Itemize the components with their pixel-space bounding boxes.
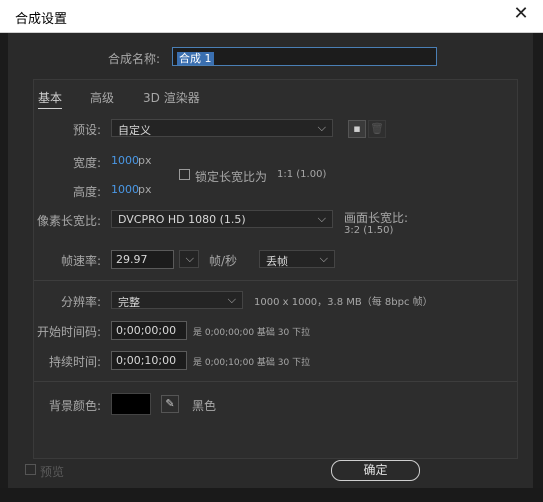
preset-dropdown[interactable]: 自定义 ⌵ <box>111 119 333 137</box>
preview-label: 预览 <box>40 465 65 479</box>
settings-panel: 基本 高级 3D 渲染器 预设: 自定义 ⌵ ▪ 🗑 宽度: 1000 px 锁… <box>33 79 518 459</box>
pixel-aspect-dropdown[interactable]: DVCPRO HD 1080 (1.5) ⌵ <box>111 210 333 228</box>
tab-3d-renderer[interactable]: 3D 渲染器 <box>143 89 200 106</box>
width-label: 宽度: <box>72 156 101 170</box>
pixel-aspect-value: DVCPRO HD 1080 (1.5) <box>118 213 246 226</box>
width-value[interactable]: 1000 <box>111 154 139 167</box>
chevron-down-icon: ⌵ <box>317 212 326 225</box>
composition-settings-dialog: 合成名称: 合成 1 基本 高级 3D 渲染器 预设: 自定义 ⌵ ▪ 🗑 宽度… <box>8 33 533 488</box>
duration-info: 是 0;00;10;00 基础 30 下拉 <box>193 358 311 368</box>
lock-aspect-ratio: 1:1 (1.00) <box>277 169 327 180</box>
drop-frame-value: 丢帧 <box>266 255 288 268</box>
height-label: 高度: <box>72 185 101 199</box>
ok-button[interactable]: 确定 <box>331 460 420 481</box>
resolution-label: 分辨率: <box>60 295 101 309</box>
trash-icon: 🗑 <box>370 122 384 135</box>
start-timecode-info: 是 0;00;00;00 基础 30 下拉 <box>193 328 311 338</box>
separator <box>34 280 517 281</box>
chevron-down-icon: ⌵ <box>227 293 236 306</box>
close-icon[interactable]: ✕ <box>513 5 529 23</box>
comp-name-value: 合成 1 <box>177 52 214 65</box>
width-unit: px <box>138 154 152 167</box>
chevron-down-icon: ⌵ <box>185 252 194 265</box>
drop-frame-dropdown[interactable]: 丢帧 ⌵ <box>259 250 335 268</box>
preset-value: 自定义 <box>118 124 151 137</box>
frame-aspect-value: 3:2 (1.50) <box>344 225 394 236</box>
frame-rate-preset-dropdown[interactable]: ⌵ <box>179 250 199 268</box>
tab-basic[interactable]: 基本 <box>38 89 63 109</box>
bg-color-label: 背景颜色: <box>48 399 101 413</box>
delete-preset-button[interactable]: 🗑 <box>368 120 386 138</box>
frame-aspect-label: 画面长宽比: <box>344 211 409 225</box>
duration-input[interactable]: 0;00;10;00 <box>111 351 187 370</box>
resolution-dropdown[interactable]: 完整 ⌵ <box>111 291 243 309</box>
window-edge-bottom <box>0 488 543 502</box>
frame-rate-label: 帧速率: <box>60 254 101 268</box>
frame-rate-unit: 帧/秒 <box>209 254 238 268</box>
eyedropper-button[interactable]: ✎ <box>161 395 179 413</box>
window-edge-right <box>533 33 543 502</box>
start-timecode-label: 开始时间码: <box>36 325 101 339</box>
resolution-value: 完整 <box>118 296 140 309</box>
eyedropper-icon: ✎ <box>165 397 175 410</box>
start-timecode-input[interactable]: 0;00;00;00 <box>111 321 187 340</box>
tab-advanced[interactable]: 高级 <box>90 89 114 106</box>
comp-name-input[interactable]: 合成 1 <box>172 47 437 66</box>
lock-aspect-checkbox[interactable] <box>179 169 190 180</box>
comp-name-label: 合成名称: <box>108 52 161 66</box>
resolution-info: 1000 x 1000，3.8 MB（每 8bpc 帧） <box>254 297 433 308</box>
chevron-down-icon: ⌵ <box>319 252 328 265</box>
window-edge-left <box>0 33 8 502</box>
height-value[interactable]: 1000 <box>111 183 139 196</box>
height-unit: px <box>138 183 152 196</box>
save-preset-icon: ▪ <box>353 122 361 135</box>
pixel-aspect-label: 像素长宽比: <box>36 214 101 228</box>
bg-color-name: 黑色 <box>192 399 217 413</box>
lock-aspect-label: 锁定长宽比为 <box>195 170 268 184</box>
window-title: 合成设置 <box>15 12 68 27</box>
preview-checkbox[interactable] <box>25 464 36 475</box>
bg-color-swatch[interactable] <box>111 393 151 415</box>
title-bar: 合成设置 ✕ <box>0 0 543 33</box>
save-preset-button[interactable]: ▪ <box>348 120 366 138</box>
preset-label: 预设: <box>72 123 101 137</box>
frame-rate-input[interactable]: 29.97 <box>111 250 174 269</box>
duration-label: 持续时间: <box>48 355 101 369</box>
chevron-down-icon: ⌵ <box>317 121 326 134</box>
separator <box>34 381 517 382</box>
